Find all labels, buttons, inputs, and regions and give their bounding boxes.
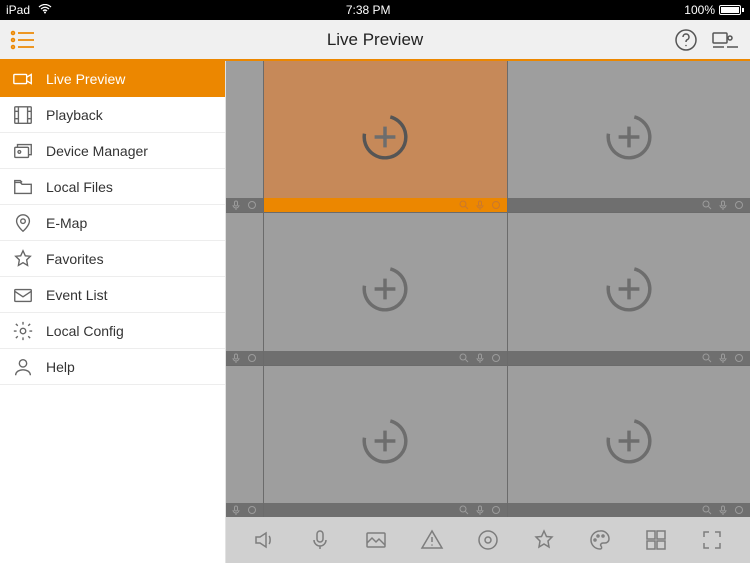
grid-cell[interactable] <box>264 213 507 364</box>
speaker-button[interactable] <box>244 520 284 560</box>
sidebar-item-favorites[interactable]: Favorites <box>0 241 225 277</box>
mic-mini-icon <box>475 353 485 363</box>
video-grid <box>226 61 750 517</box>
circle-mini-icon <box>734 505 744 515</box>
circle-mini-icon <box>491 505 501 515</box>
sidebar-item-label: Device Manager <box>46 143 213 159</box>
grid-cell-partial[interactable] <box>226 213 263 364</box>
pin-icon <box>12 212 34 234</box>
mic-mini-icon <box>231 200 241 210</box>
zoom-mini-icon <box>459 353 469 363</box>
sidebar-item-local-config[interactable]: Local Config <box>0 313 225 349</box>
mic-mini-icon <box>718 353 728 363</box>
circle-mini-icon <box>247 200 257 210</box>
star-icon <box>12 248 34 270</box>
mic-mini-icon <box>475 200 485 210</box>
zoom-mini-icon <box>702 505 712 515</box>
gear-icon <box>12 320 34 342</box>
mic-mini-icon <box>231 353 241 363</box>
mail-icon <box>12 284 34 306</box>
sidebar-item-label: Event List <box>46 287 213 303</box>
record-button[interactable] <box>468 520 508 560</box>
wifi-icon <box>38 3 52 17</box>
camera-icon <box>12 68 34 90</box>
sidebar-item-label: E-Map <box>46 215 213 231</box>
zoom-mini-icon <box>459 200 469 210</box>
menu-icon[interactable] <box>10 30 36 50</box>
sidebar-item-local-files[interactable]: Local Files <box>0 169 225 205</box>
sidebar-item-label: Help <box>46 359 213 375</box>
sidebar-item-playback[interactable]: Playback <box>0 97 225 133</box>
cards-icon <box>12 140 34 162</box>
grid-cell-selected[interactable] <box>264 61 507 212</box>
zoom-mini-icon <box>702 353 712 363</box>
mic-mini-icon <box>718 200 728 210</box>
bottom-toolbar <box>226 517 750 563</box>
favorite-button[interactable] <box>524 520 564 560</box>
grid-cell-partial[interactable] <box>226 366 263 517</box>
mic-button[interactable] <box>300 520 340 560</box>
help-icon[interactable] <box>674 28 698 52</box>
sidebar-menu: Live Preview Playback Device Manager Loc… <box>0 61 226 563</box>
sidebar-item-help[interactable]: Help <box>0 349 225 385</box>
sidebar-item-label: Local Config <box>46 323 213 339</box>
sidebar-item-live-preview[interactable]: Live Preview <box>0 61 225 97</box>
grid-cell[interactable] <box>508 213 750 364</box>
sidebar-item-event-list[interactable]: Event List <box>0 277 225 313</box>
fullscreen-button[interactable] <box>692 520 732 560</box>
sidebar-item-label: Live Preview <box>46 71 213 87</box>
folder-icon <box>12 176 34 198</box>
zoom-mini-icon <box>459 505 469 515</box>
sidebar-item-emap[interactable]: E-Map <box>0 205 225 241</box>
mic-mini-icon <box>718 505 728 515</box>
zoom-mini-icon <box>702 200 712 210</box>
circle-mini-icon <box>247 505 257 515</box>
ios-status-bar: iPad 7:38 PM 100% <box>0 0 750 20</box>
page-title: Live Preview <box>0 30 750 50</box>
status-time: 7:38 PM <box>346 3 391 17</box>
battery-percent: 100% <box>684 3 715 17</box>
grid-cell[interactable] <box>264 366 507 517</box>
circle-mini-icon <box>734 200 744 210</box>
device-list-icon[interactable] <box>712 30 740 50</box>
battery-icon <box>719 5 744 15</box>
circle-mini-icon <box>491 200 501 210</box>
sidebar-item-label: Local Files <box>46 179 213 195</box>
snapshot-button[interactable] <box>356 520 396 560</box>
sidebar-item-device-manager[interactable]: Device Manager <box>0 133 225 169</box>
mic-mini-icon <box>231 505 241 515</box>
grid-cell-partial[interactable] <box>226 61 263 212</box>
layout-button[interactable] <box>636 520 676 560</box>
sidebar-item-label: Playback <box>46 107 213 123</box>
app-header: Live Preview <box>0 20 750 61</box>
device-label: iPad <box>6 3 30 17</box>
circle-mini-icon <box>734 353 744 363</box>
palette-button[interactable] <box>580 520 620 560</box>
alert-button[interactable] <box>412 520 452 560</box>
person-icon <box>12 356 34 378</box>
circle-mini-icon <box>247 353 257 363</box>
grid-cell[interactable] <box>508 366 750 517</box>
sidebar-item-label: Favorites <box>46 251 213 267</box>
mic-mini-icon <box>475 505 485 515</box>
film-icon <box>12 104 34 126</box>
grid-cell[interactable] <box>508 61 750 212</box>
main-preview-area <box>226 61 750 563</box>
circle-mini-icon <box>491 353 501 363</box>
